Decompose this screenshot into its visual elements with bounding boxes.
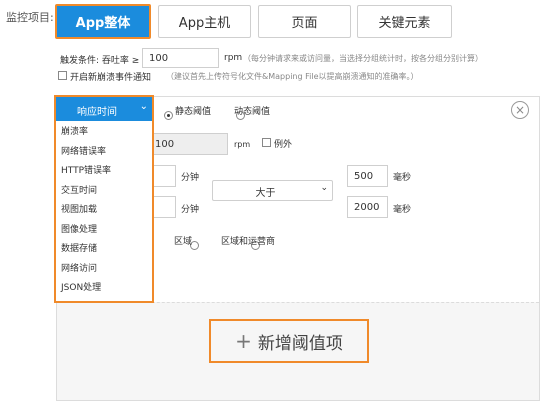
ms-input-2[interactable]: 2000 (347, 196, 388, 218)
throughput-input[interactable]: 100 (148, 133, 228, 155)
static-threshold-label: 静态阈值 (175, 107, 212, 117)
exclude-checkbox[interactable] (262, 138, 271, 147)
ms-unit-1: 毫秒 (393, 173, 412, 183)
static-threshold-radio[interactable] (164, 111, 173, 120)
metric-option[interactable]: 数据存储 (56, 240, 152, 260)
crash-notify-checkbox[interactable] (58, 71, 67, 80)
crash-notify-label: 开启新崩溃事件通知 (70, 73, 152, 83)
tab-app-host[interactable]: App主机 (158, 5, 251, 38)
compare-select-value: 大于 (255, 188, 276, 199)
metric-select-value: 响应时间 (77, 107, 117, 118)
metric-option[interactable]: 图像处理 (56, 221, 152, 241)
scope-region-carrier-label: 区域和运营商 (221, 237, 276, 247)
trigger-label: 触发条件: 吞吐率 ≥ (60, 56, 140, 66)
metric-option[interactable]: 网络错误率 (56, 143, 152, 163)
scope-region-label: 区域 (174, 237, 193, 247)
metric-option[interactable]: 崩溃率 (56, 123, 152, 143)
metric-option[interactable]: JSON处理 (56, 279, 152, 299)
dynamic-threshold-label: 动态阈值 (234, 107, 271, 117)
tab-page[interactable]: 页面 (258, 5, 351, 38)
add-threshold-label: 新增阈值项 (257, 333, 343, 354)
ms-input-1[interactable]: 500 (347, 165, 388, 187)
metric-option[interactable]: HTTP错误率 (56, 162, 152, 182)
minutes-unit-2: 分钟 (181, 205, 200, 215)
chevron-down-icon: ⌄ (320, 183, 328, 193)
throughput-unit: rpm (234, 140, 251, 149)
exclude-label: 例外 (274, 140, 293, 150)
crash-notify-hint: （建议首先上传符号化文件&Mapping File以提高崩溃通知的准确率。） (166, 72, 419, 81)
trigger-unit: rpm (224, 53, 243, 63)
metric-select[interactable]: 响应时间 ⌄ (56, 97, 152, 121)
plus-icon: + (235, 329, 252, 353)
tab-key-element[interactable]: 关键元素 (357, 5, 452, 38)
metric-option[interactable]: 交互时间 (56, 182, 152, 202)
metric-option[interactable]: 网络访问 (56, 260, 152, 280)
compare-select[interactable]: 大于 ⌄ (212, 180, 333, 201)
monitor-label: 监控项目: (6, 11, 54, 24)
add-threshold-button[interactable]: + 新增阈值项 (209, 319, 369, 363)
trigger-value-input[interactable]: 100 (142, 48, 219, 68)
close-icon[interactable]: × (511, 101, 529, 119)
minutes-unit-1: 分钟 (181, 173, 200, 183)
metric-dropdown: 响应时间 ⌄ 崩溃率 网络错误率 HTTP错误率 交互时间 视图加载 图像处理 … (54, 95, 154, 303)
trigger-hint: （每分钟请求来或访问量，当选择分组统计时，按各分组分别计算） (243, 54, 483, 63)
tab-app-overall[interactable]: App整体 (55, 4, 151, 39)
metric-option[interactable]: 视图加载 (56, 201, 152, 221)
chevron-down-icon: ⌄ (139, 101, 148, 112)
ms-unit-2: 毫秒 (393, 205, 412, 215)
